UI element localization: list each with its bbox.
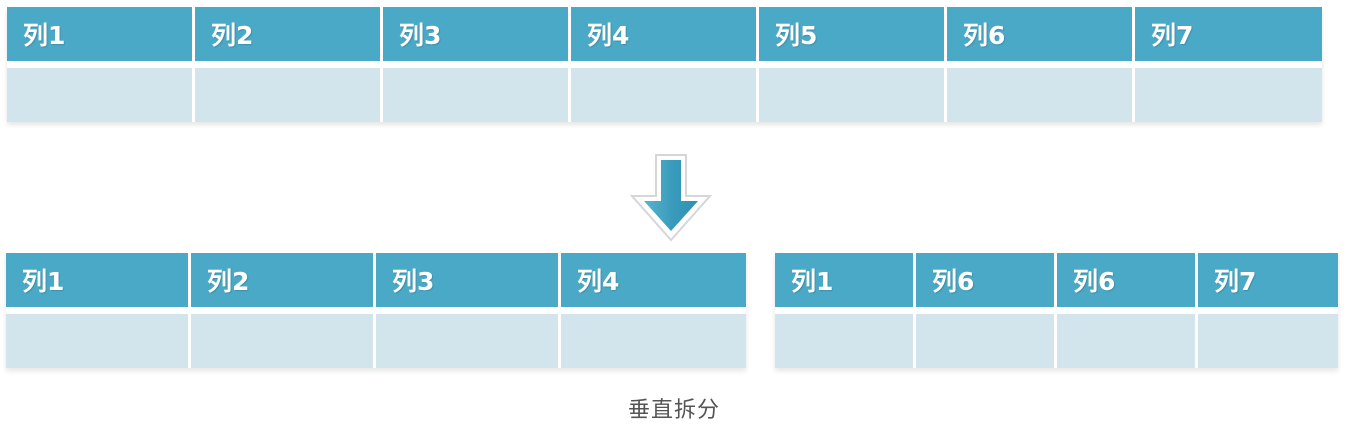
split-table-left-header-col3: 列3 <box>376 253 561 307</box>
split-table-left-header-row: 列1 列2 列3 列4 <box>6 253 746 314</box>
original-table-cell <box>195 68 383 122</box>
original-table-header-col2: 列2 <box>195 7 383 61</box>
split-table-right-header-col3: 列6 <box>1057 253 1198 307</box>
original-table-cell <box>383 68 571 122</box>
split-table-left-header-col4: 列4 <box>561 253 746 307</box>
split-table-right-header-row: 列1 列6 列6 列7 <box>775 253 1338 314</box>
original-table-cell <box>947 68 1135 122</box>
original-table-header-col7: 列7 <box>1135 7 1322 61</box>
original-table-header-col3: 列3 <box>383 7 571 61</box>
split-table-right-header-col4: 列7 <box>1198 253 1338 307</box>
split-table-left-header-col2: 列2 <box>191 253 376 307</box>
original-table-header-row: 列1 列2 列3 列4 列5 列6 列7 <box>7 7 1322 68</box>
split-table-left-header-col1: 列1 <box>6 253 191 307</box>
split-table-right-cell <box>775 314 916 368</box>
split-table-right-cell <box>1057 314 1198 368</box>
original-table-data-row <box>7 68 1322 122</box>
split-table-right-cell <box>1198 314 1338 368</box>
original-table: 列1 列2 列3 列4 列5 列6 列7 <box>7 7 1322 122</box>
original-table-header-col4: 列4 <box>571 7 759 61</box>
split-table-right: 列1 列6 列6 列7 <box>775 253 1338 368</box>
split-table-left-cell <box>6 314 191 368</box>
original-table-header-col5: 列5 <box>759 7 947 61</box>
split-table-left-cell <box>376 314 561 368</box>
split-table-right-data-row <box>775 314 1338 368</box>
original-table-header-col6: 列6 <box>947 7 1135 61</box>
split-table-left-data-row <box>6 314 746 368</box>
diagram-caption: 垂直拆分 <box>627 398 720 423</box>
original-table-cell <box>7 68 195 122</box>
split-table-right-header-col1: 列1 <box>775 253 916 307</box>
original-table-cell <box>571 68 759 122</box>
split-table-right-cell <box>916 314 1057 368</box>
original-table-header-col1: 列1 <box>7 7 195 61</box>
split-table-left-cell <box>561 314 746 368</box>
original-table-cell <box>759 68 947 122</box>
original-table-cell <box>1135 68 1322 122</box>
split-table-left-cell <box>191 314 376 368</box>
split-table-right-header-col2: 列6 <box>916 253 1057 307</box>
split-table-left: 列1 列2 列3 列4 <box>6 253 746 368</box>
down-arrow-icon <box>629 154 713 242</box>
